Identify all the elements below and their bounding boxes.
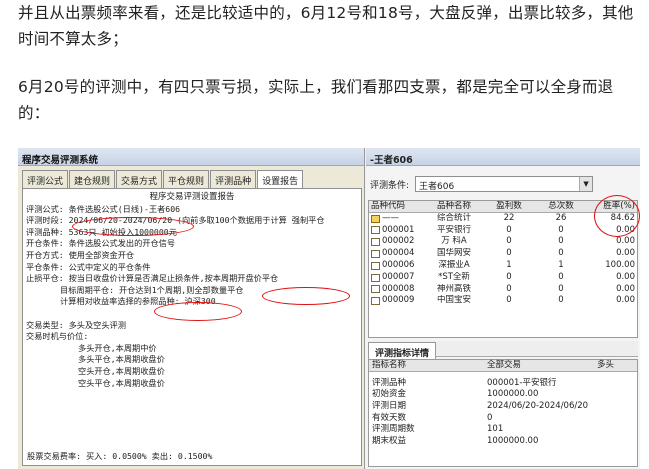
condition-row: 评测条件: 王者606 ▼ xyxy=(370,176,594,192)
condition-select[interactable]: 王者606 ▼ xyxy=(415,176,594,192)
report-line: 平仓条件: 公式中定义的平仓条件 xyxy=(26,261,151,272)
doc-icon xyxy=(371,261,380,270)
condition-value: 王者606 xyxy=(419,182,455,192)
report-line: 多头开仓,本周期中价 xyxy=(78,342,157,353)
tab-trade-mode[interactable]: 交易方式 xyxy=(116,170,163,188)
article-paragraph-1: 并且从出票频率来看，还是比较适中的，6月12号和18号，大盘反弹，出票比较多，其… xyxy=(18,4,634,48)
doc-icon xyxy=(371,238,380,247)
doc-icon xyxy=(371,285,380,294)
report-line: 开仓方式: 使用全部资金开仓 xyxy=(26,249,135,260)
screenshot-image: 程序交易评测系统 评测公式 建仓规则 交易方式 平仓规则 评测品种 设置报告 程… xyxy=(18,148,640,469)
report-line: 交易时机与价位: xyxy=(26,331,89,342)
tab-settings-report[interactable]: 设置报告 xyxy=(257,170,304,188)
report-line: 交易类型: 多头及空头评测 xyxy=(26,319,126,330)
report-line: 空头平仓,本周期收盘价 xyxy=(78,377,165,388)
detail-row: 评测日期 2024/06/20-2024/06/20 xyxy=(372,401,589,412)
detail-row: 评测周期数 101 xyxy=(372,424,504,435)
col-win[interactable]: 盈利数 xyxy=(483,201,535,212)
table-row[interactable]: 000007 *ST全新 0 0 0.00 xyxy=(369,272,637,284)
detail-row: 期末权益 1000000.00 xyxy=(372,436,539,447)
table-row[interactable]: 000006 深振业A 1 1 100.00 xyxy=(369,260,637,272)
table-row[interactable]: 000001 平安银行 0 0 0.00 xyxy=(369,225,637,237)
report-line: 评测品种: 5363只 初始投入1000000元 xyxy=(26,226,177,237)
result-window-title: -王者606 xyxy=(366,148,640,166)
report-line: 评测时段: 2024/06/20-2024/06/20 (向前多取100个数据用… xyxy=(26,215,325,226)
detail-row: 评测品种 000001-平安银行 xyxy=(372,377,557,388)
report-line: 评测公式: 条件选股公式(日线)-王者606 xyxy=(26,203,181,214)
settings-report-text: 程序交易评测设置报告 评测公式: 条件选股公式(日线)-王者606 评测时段: … xyxy=(22,188,362,466)
col-total[interactable]: 总次数 xyxy=(535,201,587,212)
report-heading: 程序交易评测设置报告 xyxy=(149,192,235,202)
table-row[interactable]: —— 综合统计 22 26 84.62 xyxy=(369,213,637,225)
doc-icon xyxy=(371,250,380,259)
detail-table: 指标名称 全部交易 多头 评测品种 000001-平安银行 初始资金 10000… xyxy=(368,359,638,467)
col-code[interactable]: 品种代码 xyxy=(369,201,425,212)
col-name[interactable]: 品种名称 xyxy=(425,201,483,212)
doc-icon xyxy=(371,273,380,282)
folder-icon xyxy=(371,214,380,223)
table-row[interactable]: 000009 中国宝安 0 0 0.00 xyxy=(369,295,637,307)
table-row[interactable]: 000008 神州高铁 0 0 0.00 xyxy=(369,284,637,296)
doc-icon xyxy=(371,226,380,235)
table-header: 品种代码 品种名称 盈利数 总次数 胜率(%) xyxy=(369,201,637,213)
col-rate[interactable]: 胜率(%) xyxy=(587,201,637,212)
report-line: 计算相对收益率选择的参照品种: 沪深300 xyxy=(60,296,216,307)
tab-open-rules[interactable]: 建仓规则 xyxy=(69,170,116,188)
table-row[interactable]: 000004 国华网安 0 0 0.00 xyxy=(369,248,637,260)
report-line: 目标周期平仓: 开仓达到1个周期,则全部数量平仓 xyxy=(60,284,244,295)
window-title: 程序交易评测系统 xyxy=(18,148,364,166)
result-window: -王者606 评测条件: 王者606 ▼ 品种代码 品种名称 盈利数 总次数 胜… xyxy=(366,148,640,469)
article-paragraph-2: 6月20号的评测中，有四只票亏损，实际上，我们看那四支票，都是完全可以全身而退的… xyxy=(18,78,614,122)
fee-line: 股票交易费率: 买入: 0.0500% 卖出: 0.1500% xyxy=(27,451,213,462)
report-line: 空头开仓,本周期收盘价 xyxy=(78,365,165,376)
tab-close-rules[interactable]: 平仓规则 xyxy=(163,170,210,188)
table-row[interactable]: 000002 万 科A 0 0 0.00 xyxy=(369,236,637,248)
report-line: 止损平仓: 按当日收盘价计算是否满足止损条件,按本周期开盘价平仓 xyxy=(26,273,279,284)
doc-icon xyxy=(371,297,380,306)
settings-tabs: 评测公式 建仓规则 交易方式 平仓规则 评测品种 设置报告 xyxy=(22,170,304,188)
evaluation-system-window: 程序交易评测系统 评测公式 建仓规则 交易方式 平仓规则 评测品种 设置报告 程… xyxy=(18,148,365,469)
stats-table: 品种代码 品种名称 盈利数 总次数 胜率(%) —— 综合统计 22 26 84… xyxy=(368,200,638,338)
condition-label: 评测条件: xyxy=(370,180,410,191)
detail-tabs: 评测指标详情 xyxy=(368,341,638,362)
detail-row: 初始资金 1000000.00 xyxy=(372,389,539,400)
detail-row: 有效天数 0 xyxy=(372,412,493,423)
tab-formula[interactable]: 评测公式 xyxy=(22,170,69,188)
tab-symbols[interactable]: 评测品种 xyxy=(210,170,257,188)
report-line: 开仓条件: 条件选股公式发出的开仓信号 xyxy=(26,238,176,249)
chevron-down-icon[interactable]: ▼ xyxy=(579,177,593,191)
detail-header: 指标名称 全部交易 多头 xyxy=(369,360,637,372)
report-line: 多头平仓,本周期收盘价 xyxy=(78,354,165,365)
